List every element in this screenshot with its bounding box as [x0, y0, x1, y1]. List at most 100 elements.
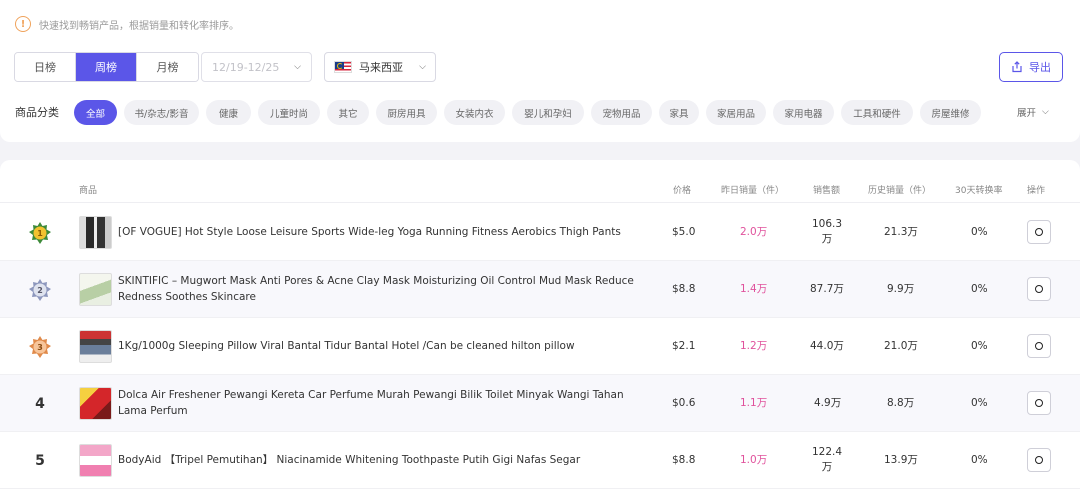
- price-cell: $2.1: [672, 340, 696, 352]
- product-thumbnail[interactable]: [79, 273, 112, 306]
- gold-medal-icon: 1: [28, 221, 52, 245]
- history-sales-cell: 21.0万: [884, 340, 918, 352]
- conversion-cell: 0%: [971, 283, 988, 295]
- chevron-down-icon: ⌵: [294, 62, 301, 72]
- col-price: 价格: [673, 186, 692, 196]
- col-history-sales[interactable]: 历史销量（件）: [868, 183, 931, 196]
- product-name[interactable]: 1Kg/1000g Sleeping Pillow Viral Bantal T…: [118, 338, 648, 354]
- product-thumbnail[interactable]: [79, 216, 112, 249]
- expand-label: 展开: [1017, 108, 1037, 119]
- ranking-table: 商品 价格 昨日销量（件） 销售额 历史销量（件） 30天转换率 操作 1 [O…: [0, 160, 1080, 493]
- chip-other[interactable]: 其它: [327, 100, 369, 125]
- circle-icon: [1035, 285, 1043, 293]
- country-select[interactable]: 马来西亚 ⌵: [324, 52, 436, 82]
- history-sales-cell: 13.9万: [884, 454, 918, 466]
- date-range-select[interactable]: 12/19-12/25 ⌵: [201, 52, 312, 82]
- chip-appliances[interactable]: 家用电器: [773, 100, 834, 125]
- notice-text: 快速找到畅销产品，根据销量和转化率排序。: [39, 20, 239, 32]
- view-details-button[interactable]: [1027, 220, 1051, 244]
- circle-icon: [1035, 342, 1043, 350]
- conversion-cell: 0%: [971, 226, 988, 238]
- chip-home-repair[interactable]: 房屋维修: [920, 100, 981, 125]
- chevron-down-icon: ⌵: [419, 62, 426, 72]
- export-label: 导出: [1029, 61, 1051, 74]
- product-name[interactable]: SKINTIFIC – Mugwort Mask Anti Pores & Ac…: [118, 273, 648, 305]
- silver-medal-icon: 2: [28, 278, 52, 302]
- view-details-button[interactable]: [1027, 391, 1051, 415]
- view-details-button[interactable]: [1027, 277, 1051, 301]
- chip-health[interactable]: 健康: [206, 100, 251, 125]
- product-thumbnail[interactable]: [79, 444, 112, 477]
- table-header: 商品 价格 昨日销量（件） 销售额 历史销量（件） 30天转换率 操作: [0, 160, 1080, 203]
- revenue-cell: 87.7万: [810, 283, 844, 295]
- table-row[interactable]: 1 [OF VOGUE] Hot Style Loose Leisure Spo…: [0, 204, 1080, 261]
- svg-text:3: 3: [37, 343, 43, 352]
- period-tabs: 日榜 周榜 月榜: [14, 52, 199, 82]
- chip-kids-fashion[interactable]: 儿童时尚: [258, 100, 320, 125]
- col-product: 商品: [79, 186, 98, 196]
- history-sales-cell: 8.8万: [887, 397, 915, 409]
- yesterday-sales-cell: 1.0万: [740, 454, 768, 466]
- country-label: 马来西亚: [359, 61, 403, 74]
- product-name[interactable]: [OF VOGUE] Hot Style Loose Leisure Sport…: [118, 224, 648, 240]
- filter-panel: ! 快速找到畅销产品，根据销量和转化率排序。 日榜 周榜 月榜 12/19-12…: [0, 0, 1080, 142]
- conversion-cell: 0%: [971, 340, 988, 352]
- tab-daily[interactable]: 日榜: [15, 53, 76, 81]
- date-range-placeholder: 12/19-12/25: [212, 60, 280, 74]
- col-revenue[interactable]: 销售额: [813, 183, 840, 196]
- notice: ! 快速找到畅销产品，根据销量和转化率排序。: [15, 16, 239, 32]
- product-name[interactable]: Dolca Air Freshener Pewangi Kereta Car P…: [118, 387, 648, 419]
- view-details-button[interactable]: [1027, 448, 1051, 472]
- conversion-cell: 0%: [971, 454, 988, 466]
- tab-weekly[interactable]: 周榜: [76, 53, 137, 81]
- tab-monthly[interactable]: 月榜: [137, 53, 198, 81]
- revenue-cell: 44.0万: [810, 340, 844, 352]
- chip-books[interactable]: 书/杂志/影音: [124, 100, 199, 125]
- chip-baby-maternity[interactable]: 婴儿和孕妇: [512, 100, 584, 125]
- rank-number: 4: [35, 396, 45, 412]
- table-row[interactable]: 2 SKINTIFIC – Mugwort Mask Anti Pores & …: [0, 261, 1080, 318]
- col-yesterday-sales[interactable]: 昨日销量（件）: [721, 183, 784, 196]
- product-thumbnail[interactable]: [79, 330, 112, 363]
- yesterday-sales-cell: 1.1万: [740, 397, 768, 409]
- price-cell: $5.0: [672, 226, 696, 238]
- yesterday-sales-cell: 1.4万: [740, 283, 768, 295]
- revenue-cell: 106.3万: [812, 218, 843, 245]
- yesterday-sales-cell: 1.2万: [740, 340, 768, 352]
- circle-icon: [1035, 228, 1043, 236]
- circle-icon: [1035, 456, 1043, 464]
- table-row[interactable]: 5 BodyAid 【Tripel Pemutihan】 Niacinamide…: [0, 432, 1080, 489]
- conversion-cell: 0%: [971, 397, 988, 409]
- price-cell: $8.8: [672, 454, 696, 466]
- expand-categories-button[interactable]: 展开 ⌵: [1017, 105, 1049, 119]
- svg-text:2: 2: [37, 286, 43, 295]
- malaysia-flag-icon: [334, 61, 352, 73]
- product-thumbnail[interactable]: [79, 387, 112, 420]
- chip-all[interactable]: 全部: [74, 100, 117, 125]
- warning-circle-icon: !: [15, 16, 31, 32]
- product-name[interactable]: BodyAid 【Tripel Pemutihan】 Niacinamide W…: [118, 452, 648, 468]
- chip-tools-hardware[interactable]: 工具和硬件: [841, 100, 913, 125]
- view-details-button[interactable]: [1027, 334, 1051, 358]
- chip-kitchen[interactable]: 厨房用具: [376, 100, 437, 125]
- category-label: 商品分类: [15, 106, 59, 119]
- chip-pet-supplies[interactable]: 宠物用品: [591, 100, 652, 125]
- chip-furniture[interactable]: 家具: [659, 100, 699, 125]
- revenue-cell: 4.9万: [814, 397, 842, 409]
- history-sales-cell: 9.9万: [887, 283, 915, 295]
- yesterday-sales-cell: 2.0万: [740, 226, 768, 238]
- table-row[interactable]: 4 Dolca Air Freshener Pewangi Kereta Car…: [0, 375, 1080, 432]
- price-cell: $8.8: [672, 283, 696, 295]
- chip-womens-underwear[interactable]: 女装内衣: [444, 100, 505, 125]
- svg-text:1: 1: [37, 229, 43, 238]
- history-sales-cell: 21.3万: [884, 226, 918, 238]
- export-button[interactable]: 导出: [999, 52, 1063, 82]
- chevron-down-icon: ⌵: [1042, 107, 1049, 117]
- chip-home-goods[interactable]: 家居用品: [706, 100, 766, 125]
- export-icon: [1012, 61, 1022, 73]
- price-cell: $0.6: [672, 397, 696, 409]
- table-row[interactable]: 3 1Kg/1000g Sleeping Pillow Viral Bantal…: [0, 318, 1080, 375]
- bronze-medal-icon: 3: [28, 335, 52, 359]
- circle-icon: [1035, 399, 1043, 407]
- col-conversion[interactable]: 30天转换率: [955, 183, 1002, 196]
